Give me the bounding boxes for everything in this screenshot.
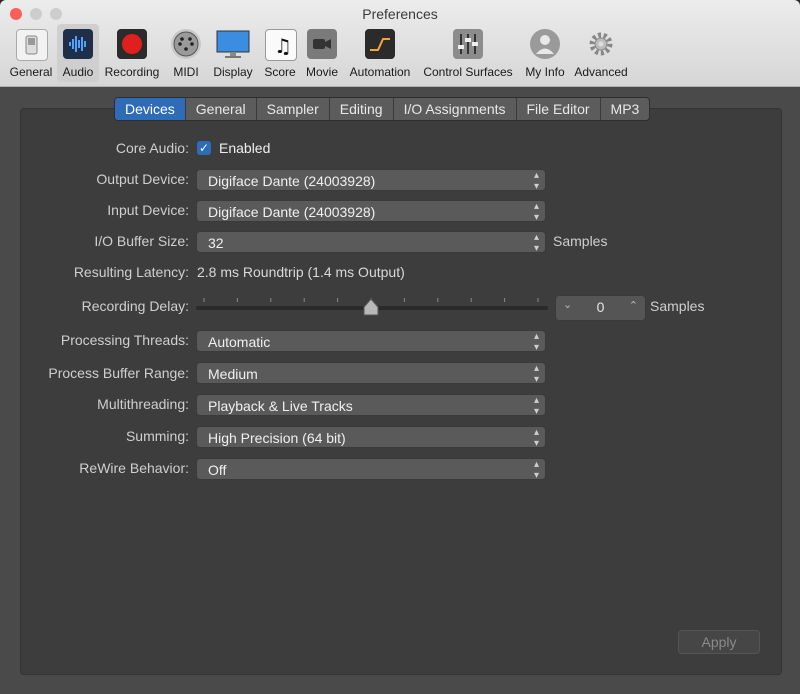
multithreading-popup[interactable]: Playback & Live Tracks ▴ ▾ <box>196 394 546 417</box>
tab-file-editor[interactable]: File Editor <box>517 98 601 120</box>
processing-threads-popup[interactable]: Automatic ▴ ▾ <box>196 330 546 353</box>
toolbar-recording[interactable]: Recording <box>101 24 163 82</box>
buffer-size-value: 32 <box>208 235 224 251</box>
rewire-behavior-label: ReWire Behavior: <box>79 460 189 476</box>
processing-threads-label: Processing Threads: <box>60 332 189 348</box>
chevron-updown-icon: ▴ ▾ <box>533 232 539 254</box>
process-buffer-range-popup[interactable]: Medium ▴ ▾ <box>196 362 546 385</box>
devices-panel <box>20 108 782 675</box>
toolbar-audio[interactable]: Audio <box>57 24 99 82</box>
recording-delay-unit: Samples <box>650 298 705 314</box>
camera-icon <box>307 29 337 59</box>
latency-label: Resulting Latency: <box>73 264 189 280</box>
chevron-updown-icon: ▴ ▾ <box>533 170 539 192</box>
chevron-updown-icon: ▴ ▾ <box>533 427 539 449</box>
toolbar-movie[interactable]: Movie <box>303 24 341 82</box>
recording-delay-slider[interactable] <box>196 294 548 320</box>
input-device-popup[interactable]: Digiface Dante (24003928) ▴ ▾ <box>196 200 546 223</box>
latency-value: 2.8 ms Roundtrip (1.4 ms Output) <box>197 264 405 280</box>
rewire-behavior-value: Off <box>208 462 227 478</box>
multithreading-label: Multithreading: <box>97 396 189 412</box>
slider-knob[interactable] <box>363 298 379 316</box>
toolbar-score[interactable]: ♫ Score <box>260 24 300 82</box>
core-audio-checkbox[interactable]: ✓ <box>197 141 211 155</box>
toolbar-my-info[interactable]: My Info <box>522 24 568 82</box>
output-device-popup[interactable]: Digiface Dante (24003928) ▴ ▾ <box>196 169 546 192</box>
output-device-value: Digiface Dante (24003928) <box>208 173 376 189</box>
core-audio-enabled-label: Enabled <box>219 140 271 156</box>
window-title: Preferences <box>362 6 438 22</box>
processing-threads-value: Automatic <box>208 334 271 350</box>
toolbar-advanced[interactable]: Advanced <box>571 24 631 82</box>
automation-curve-icon <box>365 29 395 59</box>
chevron-updown-icon: ▴ ▾ <box>533 395 539 417</box>
multithreading-value: Playback & Live Tracks <box>208 398 353 414</box>
buffer-size-popup[interactable]: 32 ▴ ▾ <box>196 231 546 254</box>
faders-icon <box>453 29 483 59</box>
tab-bar: Devices General Sampler Editing I/O Assi… <box>114 97 651 121</box>
core-audio-label: Core Audio: <box>115 140 189 156</box>
record-icon <box>117 29 147 59</box>
process-buffer-range-label: Process Buffer Range: <box>48 365 189 381</box>
tab-io-assignments[interactable]: I/O Assignments <box>394 98 517 120</box>
toolbar-control-surfaces[interactable]: Control Surfaces <box>418 24 518 82</box>
input-device-value: Digiface Dante (24003928) <box>208 204 376 220</box>
toolbar: Preferences General Audio Recording MIDI <box>0 0 800 87</box>
summing-popup[interactable]: High Precision (64 bit) ▴ ▾ <box>196 426 546 449</box>
toolbar-midi[interactable]: MIDI <box>168 24 204 82</box>
tab-editing[interactable]: Editing <box>330 98 394 120</box>
toolbar-automation[interactable]: Automation <box>346 24 414 82</box>
summing-label: Summing: <box>125 428 189 444</box>
recording-delay-stepper[interactable]: ⌄ 0 ⌃ <box>555 295 646 321</box>
input-device-label: Input Device: <box>107 202 189 218</box>
rewire-behavior-popup[interactable]: Off ▴ ▾ <box>196 458 546 481</box>
switch-icon <box>16 29 48 61</box>
output-device-label: Output Device: <box>96 171 189 187</box>
chevron-updown-icon: ▴ ▾ <box>533 201 539 223</box>
waveform-icon <box>63 29 93 59</box>
person-icon <box>530 29 560 59</box>
midi-port-icon <box>171 29 201 59</box>
tab-devices[interactable]: Devices <box>115 98 186 120</box>
apply-button[interactable]: Apply <box>678 630 760 654</box>
chevron-updown-icon: ▴ ▾ <box>533 363 539 385</box>
tab-sampler[interactable]: Sampler <box>257 98 330 120</box>
summing-value: High Precision (64 bit) <box>208 430 346 446</box>
svg-text:♫: ♫ <box>274 34 292 58</box>
chevron-updown-icon: ▴ ▾ <box>533 459 539 481</box>
gear-icon <box>586 29 616 59</box>
buffer-size-unit: Samples <box>553 233 608 249</box>
stepper-up-icon[interactable]: ⌃ <box>629 299 638 312</box>
music-note-icon: ♫ <box>265 29 297 61</box>
tab-general[interactable]: General <box>186 98 257 120</box>
buffer-size-label: I/O Buffer Size: <box>94 233 189 249</box>
toolbar-display[interactable]: Display <box>210 24 256 82</box>
preferences-window: Preferences General Audio Recording MIDI <box>0 0 800 694</box>
process-buffer-range-value: Medium <box>208 366 258 382</box>
monitor-icon <box>216 29 250 59</box>
toolbar-general[interactable]: General <box>5 24 57 82</box>
tab-mp3[interactable]: MP3 <box>601 98 650 120</box>
recording-delay-label: Recording Delay: <box>81 298 189 314</box>
chevron-updown-icon: ▴ ▾ <box>533 331 539 353</box>
